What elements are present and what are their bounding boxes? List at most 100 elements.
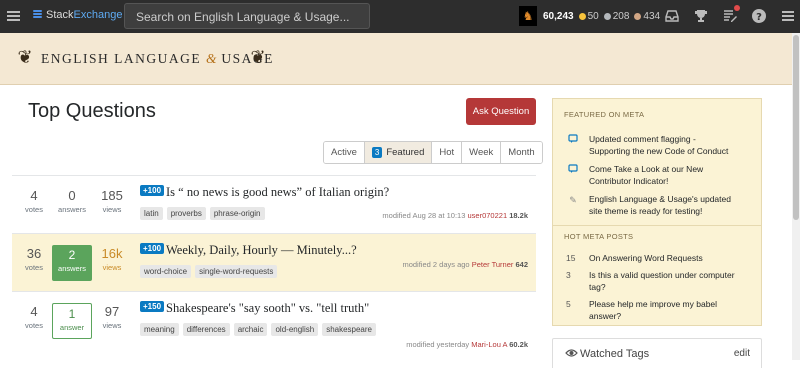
stackexchange-logo[interactable]: Stack Exchange xyxy=(33,9,122,21)
tab-week[interactable]: Week xyxy=(462,142,502,163)
modified-time[interactable]: modified 2 days ago xyxy=(402,260,469,269)
hot-meta-item[interactable]: 3 Is this a valid question under compute… xyxy=(553,269,761,293)
vote-count: 4 votes xyxy=(25,304,43,330)
pen-icon: ✎ xyxy=(569,195,577,205)
hot-meta-count: 5 xyxy=(566,299,571,309)
site-emblem-right-icon: ❦ xyxy=(250,47,266,67)
tag[interactable]: archaic xyxy=(233,323,268,336)
vote-count: 36 votes xyxy=(25,246,43,272)
silver-badges: 208 xyxy=(603,11,629,22)
tag-list: meaning differences archaic old-english … xyxy=(140,323,376,336)
user-reputation: 60.2k xyxy=(509,340,528,349)
view-count: 185 views xyxy=(101,188,123,214)
bronze-badges: 434 xyxy=(634,11,660,22)
question-meta: modified Aug 28 at 10:13 user070221 18.2… xyxy=(382,211,528,220)
user-reputation: 18.2k xyxy=(509,211,528,220)
gold-badge-icon xyxy=(578,12,586,20)
featured-count: 3 xyxy=(371,147,383,158)
question-title[interactable]: Is “ no news is good news” of Italian or… xyxy=(166,185,389,200)
answer-count-answered: 1 answer xyxy=(52,303,92,339)
user-link[interactable]: Peter Turner xyxy=(472,260,514,269)
vote-count: 4 votes xyxy=(25,188,43,214)
notification-dot xyxy=(734,5,740,11)
view-count: 16k views xyxy=(101,246,123,272)
question-title[interactable]: Weekly, Daily, Hourly — Minutely...? xyxy=(166,243,357,258)
question-filter-tabs: Active 3 Featured Hot Week Month xyxy=(323,141,543,164)
modified-time[interactable]: modified yesterday xyxy=(406,340,469,349)
meta-featured-item[interactable]: ✎ English Language & Usage's updated site… xyxy=(553,193,761,217)
ask-question-button[interactable]: Ask Question xyxy=(466,98,536,125)
answer-count-accepted: 2 answers xyxy=(52,245,92,281)
site-title[interactable]: ENGLISH LANGUAGE & USAGE xyxy=(41,51,274,67)
question-row: 4 votes 0 answers 185 views +100 Is “ no ne… xyxy=(12,175,536,233)
tag[interactable]: old-english xyxy=(271,323,319,336)
meta-featured-item[interactable]: Updated comment flagging - Supporting the… xyxy=(553,133,761,157)
scrollbar-thumb[interactable] xyxy=(793,35,799,220)
watched-tags-panel: Watched Tags edit xyxy=(552,338,762,368)
bronze-badge-icon xyxy=(634,12,642,20)
tab-active[interactable]: Active xyxy=(324,142,365,163)
edit-watched-tags-link[interactable]: edit xyxy=(734,348,750,359)
tab-month[interactable]: Month xyxy=(501,142,542,163)
question-title[interactable]: Shakespeare's "say sooth" vs. "tell trut… xyxy=(166,301,369,316)
user-reputation: 642 xyxy=(515,260,528,269)
answer-count: 0 answers xyxy=(58,188,86,214)
user-link[interactable]: Mari-Lou A xyxy=(471,340,507,349)
review-queue-icon[interactable] xyxy=(722,5,740,24)
user-summary[interactable]: ♞ 60,243 50 208 434 xyxy=(519,6,660,26)
hot-meta-count: 3 xyxy=(566,270,571,280)
inbox-icon[interactable] xyxy=(664,8,680,24)
watched-tags-title: Watched Tags xyxy=(580,348,650,360)
site-emblem-left-icon: ❦ xyxy=(17,47,33,67)
view-count: 97 views xyxy=(102,304,122,330)
svg-text:?: ? xyxy=(756,12,762,23)
hot-meta-posts-heading: HOT META POSTS xyxy=(564,232,634,241)
hot-meta-item[interactable]: 15 On Answering Word Requests xyxy=(553,252,761,264)
chat-icon xyxy=(567,134,579,147)
page-title: Top Questions xyxy=(28,100,156,122)
tag[interactable]: single-word-requests xyxy=(195,265,278,278)
bounty-badge: +100 xyxy=(140,243,165,254)
stackexchange-icon xyxy=(33,9,42,21)
menu-icon[interactable] xyxy=(7,11,20,21)
tag[interactable]: word-choice xyxy=(140,265,192,278)
scrollbar[interactable] xyxy=(792,33,800,360)
tag-list: latin proverbs phrase-origin xyxy=(140,207,265,220)
site-switcher-icon[interactable] xyxy=(780,8,796,24)
meta-featured-item[interactable]: Come Take a Look at our New Contributor I… xyxy=(553,163,761,187)
trophy-icon[interactable] xyxy=(693,8,709,24)
tab-featured[interactable]: 3 Featured xyxy=(364,142,433,163)
top-bar: Stack Exchange Search on English Language… xyxy=(0,0,800,33)
site-header: ❦ ENGLISH LANGUAGE & USAGE ❦ xyxy=(0,33,800,85)
gold-badges: 50 xyxy=(578,11,599,22)
hot-meta-count: 15 xyxy=(566,253,576,263)
brand-prefix: Stack xyxy=(46,9,74,21)
chat-icon xyxy=(567,164,579,177)
reputation: 60,243 xyxy=(543,10,574,22)
tag[interactable]: proverbs xyxy=(166,207,206,220)
tag[interactable]: meaning xyxy=(140,323,179,336)
help-icon[interactable]: ? xyxy=(751,8,767,24)
hot-meta-item[interactable]: 5 Please help me improve my babel answer? xyxy=(553,298,761,322)
user-link[interactable]: user070221 xyxy=(468,211,508,220)
question-meta: modified yesterday Mari-Lou A 60.2k xyxy=(406,340,528,349)
featured-on-meta-heading: FEATURED ON META xyxy=(564,110,645,119)
question-row: 4 votes 1 answer 97 views +150 Shakespeare'… xyxy=(12,291,536,353)
meta-sidebar: FEATURED ON META Updated comment flaggin… xyxy=(552,98,762,326)
tab-hot[interactable]: Hot xyxy=(432,142,463,163)
bounty-badge: +150 xyxy=(140,301,165,312)
tag[interactable]: shakespeare xyxy=(322,323,376,336)
question-list: 4 votes 0 answers 185 views +100 Is “ no ne… xyxy=(12,175,536,353)
silver-badge-icon xyxy=(603,12,611,20)
search-input[interactable]: Search on English Language & Usage... xyxy=(124,3,370,29)
bounty-badge: +100 xyxy=(140,185,165,196)
tag-list: word-choice single-word-requests xyxy=(140,265,278,278)
tag[interactable]: differences xyxy=(182,323,230,336)
eye-icon xyxy=(565,348,578,361)
tag[interactable]: latin xyxy=(140,207,163,220)
modified-time[interactable]: modified Aug 28 at 10:13 xyxy=(382,211,465,220)
tag[interactable]: phrase-origin xyxy=(209,207,265,220)
question-row: 36 votes 2 answers 16k views +100 Weekly, D… xyxy=(12,233,536,291)
avatar[interactable]: ♞ xyxy=(519,6,537,26)
brand-suffix: Exchange xyxy=(73,9,123,21)
